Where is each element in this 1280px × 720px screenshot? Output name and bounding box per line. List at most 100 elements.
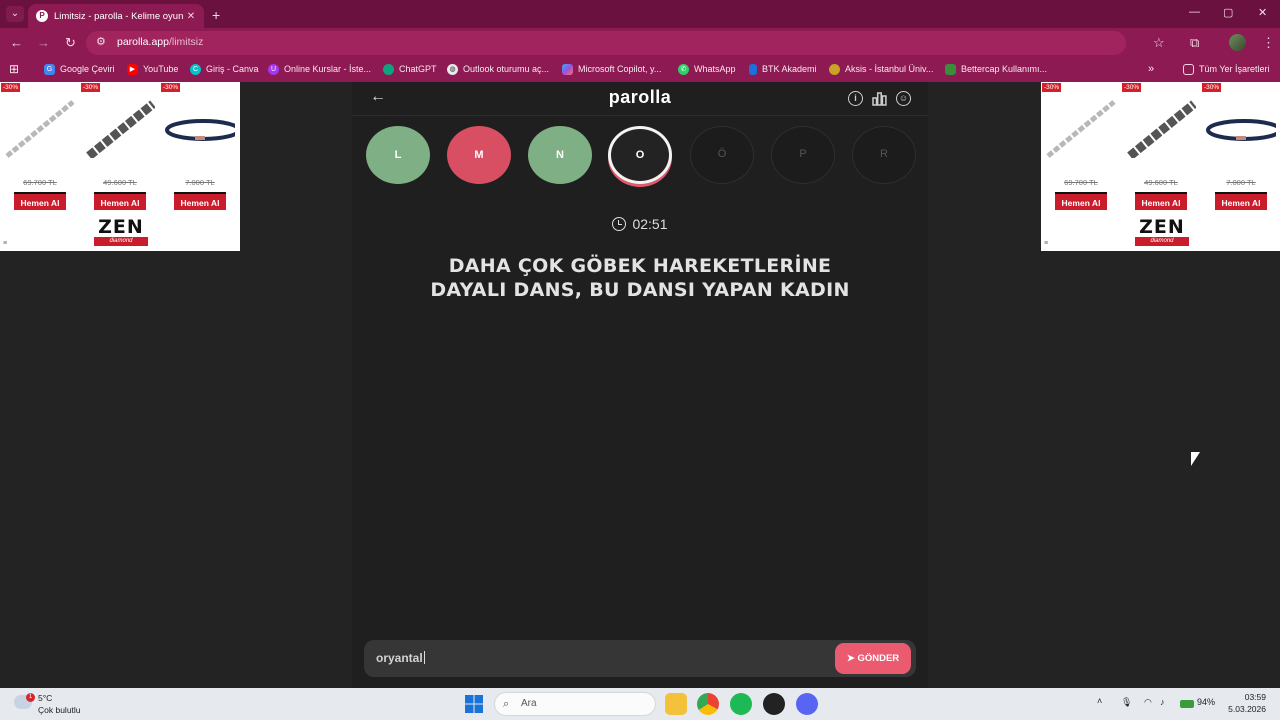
bookmarks-bar: ⊞ G Google Çeviri ▶ YouTube C Giriş - Canva… bbox=[0, 58, 1280, 80]
weather-temp[interactable]: 5°C bbox=[38, 693, 52, 703]
product-price: 49.600 TL bbox=[103, 178, 137, 187]
star-icon[interactable]: ☆ bbox=[1153, 35, 1165, 51]
ad-product[interactable]: -30% 49.600 TL Hemen Al bbox=[1121, 82, 1201, 212]
clock-date[interactable]: 5.03.2026 bbox=[1216, 704, 1266, 714]
ad-banner-right[interactable]: -30% 69.700 TL Hemen Al -30% 49.600 TL H… bbox=[1041, 82, 1280, 251]
file-explorer-icon[interactable] bbox=[665, 693, 687, 715]
ad-product[interactable]: -30% 69.700 TL Hemen Al bbox=[0, 82, 80, 212]
ad-product[interactable]: -30% 7.000 TL Hemen Al bbox=[160, 82, 240, 212]
address-bar[interactable]: ⚙ parolla.app/limitsiz bbox=[86, 31, 1126, 55]
bookmark-bettercap[interactable]: Bettercap Kullanımı... bbox=[945, 61, 1047, 77]
bracelet-image bbox=[165, 119, 235, 141]
apps-grid-icon[interactable]: ⊞ bbox=[9, 61, 19, 77]
letter-n: N bbox=[528, 126, 592, 184]
bookmark-chatgpt[interactable]: ChatGPT bbox=[383, 61, 437, 77]
game-panel: ← parolla i ☺ L M N O Ö P R 02:51 DAHA Ç… bbox=[352, 82, 928, 688]
discount-badge: -30% bbox=[161, 83, 181, 92]
clock-time[interactable]: 03:59 bbox=[1226, 692, 1266, 702]
buy-now-button[interactable]: Hemen Al bbox=[94, 192, 146, 210]
mouse-cursor bbox=[1191, 452, 1200, 466]
tab-search-button[interactable]: ⌄ bbox=[6, 6, 24, 22]
battery-icon[interactable] bbox=[1180, 700, 1194, 708]
wifi-icon[interactable]: ◠ bbox=[1144, 697, 1152, 708]
spotify-icon[interactable] bbox=[730, 693, 752, 715]
weather-desc[interactable]: Çok bulutlu bbox=[38, 705, 81, 715]
forward-arrow-icon[interactable]: → bbox=[37, 35, 50, 50]
discount-badge: -30% bbox=[1122, 83, 1142, 92]
whatsapp-icon: ✆ bbox=[678, 63, 689, 75]
ad-product[interactable]: -30% 49.600 TL Hemen Al bbox=[80, 82, 160, 212]
taskbar-search[interactable]: ⌕ Ara bbox=[494, 692, 656, 716]
bookmark-copilot[interactable]: Microsoft Copilot, y... bbox=[562, 61, 661, 77]
letter-o-current: O bbox=[608, 126, 672, 184]
ad-product[interactable]: -30% 7.000 TL Hemen Al bbox=[1201, 82, 1280, 212]
buy-now-button[interactable]: Hemen Al bbox=[174, 192, 226, 210]
folder-icon bbox=[1183, 63, 1194, 75]
btk-icon bbox=[749, 63, 757, 75]
bookmark-youtube[interactable]: ▶ YouTube bbox=[127, 61, 178, 77]
bookmark-btk[interactable]: BTK Akademi bbox=[749, 61, 817, 77]
obs-icon[interactable] bbox=[763, 693, 785, 715]
volume-icon[interactable]: ♪ bbox=[1160, 697, 1165, 707]
game-header: ← parolla i ☺ bbox=[352, 82, 928, 116]
discount-badge: -30% bbox=[1202, 83, 1222, 92]
copilot-icon bbox=[562, 63, 573, 75]
buy-now-button[interactable]: Hemen Al bbox=[1055, 192, 1107, 210]
stats-chart-icon[interactable] bbox=[872, 92, 887, 106]
ad-close-icon[interactable]: ≡ bbox=[1044, 240, 1048, 247]
aksis-icon bbox=[829, 63, 840, 75]
chrome-icon[interactable] bbox=[697, 693, 719, 715]
tray-overflow-icon[interactable]: ˄ bbox=[1097, 696, 1102, 706]
discord-icon[interactable] bbox=[796, 693, 818, 715]
weather-alert-badge: 1 bbox=[26, 693, 35, 702]
silver-chain-image bbox=[1046, 100, 1116, 158]
send-button[interactable]: ➤ GÖNDER bbox=[835, 643, 911, 674]
menu-dots-icon[interactable]: ⋮ bbox=[1262, 35, 1275, 51]
windows-taskbar: 1 5°C Çok bulutlu ⌕ Ara ˄ 🎙 ◠ ♪ 94% 03:59… bbox=[0, 688, 1280, 720]
ad-banner-left[interactable]: -30% 69.700 TL Hemen Al -30% 49.600 TL H… bbox=[0, 82, 240, 251]
ad-close-icon[interactable]: ≡ bbox=[3, 240, 7, 247]
buy-now-button[interactable]: Hemen Al bbox=[14, 192, 66, 210]
back-arrow-icon[interactable]: ← bbox=[10, 35, 23, 50]
bookmarks-overflow-button[interactable]: » bbox=[1148, 61, 1154, 77]
new-tab-button[interactable]: + bbox=[212, 7, 220, 23]
google-translate-icon: G bbox=[44, 63, 55, 75]
minimize-button[interactable]: — bbox=[1189, 6, 1200, 18]
answer-input[interactable]: oryantal bbox=[376, 651, 425, 665]
tab-close-icon[interactable]: ✕ bbox=[184, 11, 198, 22]
answer-bar: oryantal ➤ GÖNDER bbox=[364, 640, 916, 677]
parolla-favicon-icon: P bbox=[36, 10, 48, 22]
info-icon[interactable]: i bbox=[848, 91, 863, 106]
question-line-2: DAYALI DANS, BU DANSI YAPAN KADIN bbox=[430, 279, 850, 301]
discount-badge: -30% bbox=[81, 83, 101, 92]
bookmark-udemy[interactable]: U Online Kurslar - İste... bbox=[268, 61, 371, 77]
ad-product[interactable]: -30% 69.700 TL Hemen Al bbox=[1041, 82, 1121, 212]
question-text: DAHA ÇOK GÖBEK HAREKETLERİNE DAYALI DANS… bbox=[392, 254, 888, 302]
bookmark-aksis[interactable]: Aksis - İstanbul Üniv... bbox=[829, 61, 933, 77]
product-price: 7.000 TL bbox=[1226, 178, 1256, 187]
tab-active[interactable]: P Limitsiz - parolla - Kelime oyunu ✕ bbox=[28, 4, 204, 28]
letter-l: L bbox=[366, 126, 430, 184]
app-logo: parolla bbox=[608, 87, 672, 107]
start-windows-icon[interactable] bbox=[463, 693, 485, 715]
close-window-button[interactable]: ✕ bbox=[1258, 6, 1267, 19]
extensions-icon[interactable]: ⧉ bbox=[1190, 35, 1199, 51]
timer-value: 02:51 bbox=[632, 216, 668, 232]
profile-icon[interactable]: ☺ bbox=[896, 91, 911, 106]
buy-now-button[interactable]: Hemen Al bbox=[1215, 192, 1267, 210]
all-bookmarks-folder[interactable]: Tüm Yer İşaretleri bbox=[1183, 61, 1270, 77]
buy-now-button[interactable]: Hemen Al bbox=[1135, 192, 1187, 210]
microphone-icon[interactable]: 🎙 bbox=[1121, 697, 1132, 708]
bookmark-google-ceviri[interactable]: G Google Çeviri bbox=[44, 61, 115, 77]
bookmark-outlook[interactable]: ◍ Outlook oturumu aç... bbox=[447, 61, 549, 77]
maximize-button[interactable]: ▢ bbox=[1223, 6, 1233, 19]
bookmark-canva[interactable]: C Giriş - Canva bbox=[190, 61, 259, 77]
reload-icon[interactable]: ↻ bbox=[65, 35, 76, 51]
browser-chrome: ⌄ P Limitsiz - parolla - Kelime oyunu ✕ … bbox=[0, 0, 1280, 82]
tab-title: Limitsiz - parolla - Kelime oyunu bbox=[54, 10, 184, 22]
bookmark-whatsapp[interactable]: ✆ WhatsApp bbox=[678, 61, 736, 77]
canva-icon: C bbox=[190, 63, 201, 75]
site-settings-icon[interactable]: ⚙ bbox=[96, 35, 106, 48]
profile-avatar[interactable] bbox=[1229, 34, 1246, 51]
silver-chain-image bbox=[5, 100, 75, 158]
